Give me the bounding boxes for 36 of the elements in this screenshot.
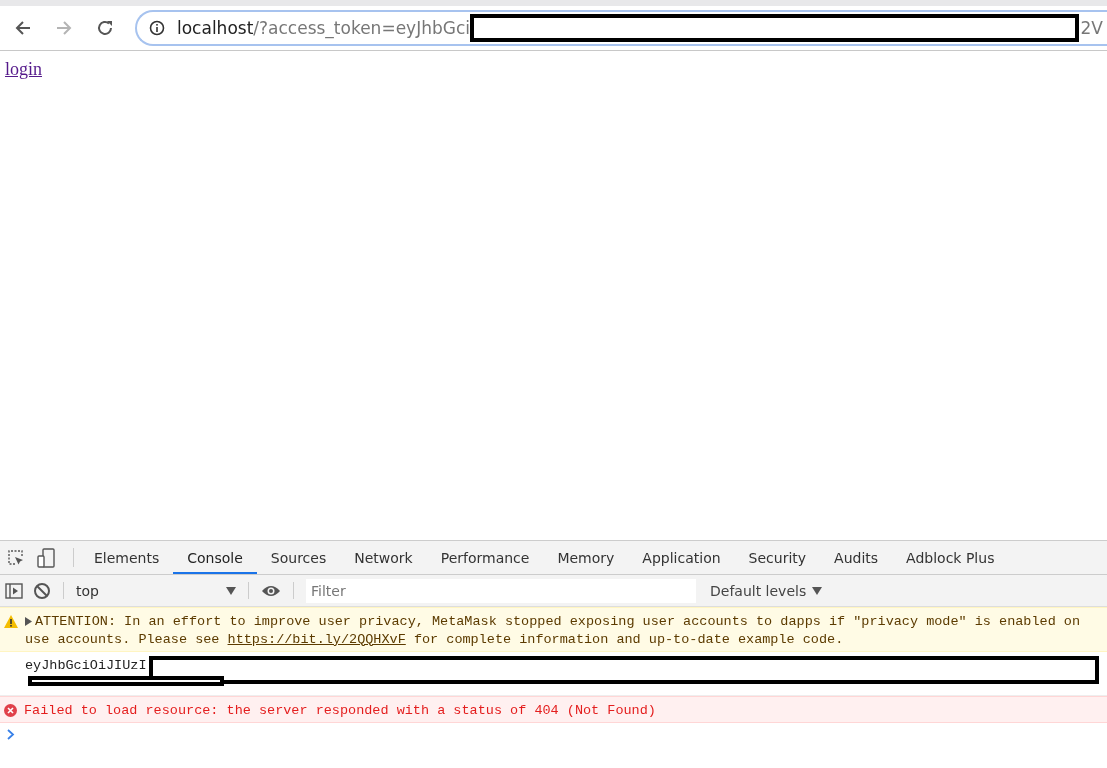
url-host: localhost xyxy=(177,18,254,38)
url-tail: 2V xyxy=(1080,18,1103,38)
warning-text: ATTENTION: In an effort to improve user privacy, MetaMask stopped exposing user accounts to dapps if "privacy mode" is enabled on xyxy=(35,613,1081,629)
dropdown-caret-icon xyxy=(812,586,823,595)
warning-text: use accounts. Please see https://bit.ly/2QQHXvF for complete information and up-to-date example code. xyxy=(25,631,844,647)
devtools-tab[interactable]: Elements xyxy=(80,543,174,574)
devtools-tab[interactable]: Memory xyxy=(543,543,629,574)
url-path: /?access_token=eyJhbGci xyxy=(253,18,470,38)
devtools-tab[interactable]: Performance xyxy=(426,543,544,574)
error-text: Failed to load resource: the server responded with a status of 404 (Not Found) xyxy=(24,702,656,718)
expand-icon[interactable] xyxy=(25,616,32,626)
devtools-tab[interactable]: Adblock Plus xyxy=(892,543,1009,574)
info-icon[interactable] xyxy=(149,20,165,36)
context-dropdown[interactable]: top xyxy=(76,582,236,599)
login-link[interactable]: login xyxy=(5,59,42,79)
eye-icon[interactable] xyxy=(261,583,281,598)
devtools-tab[interactable]: Sources xyxy=(256,543,341,574)
warning-icon xyxy=(4,615,18,628)
dropdown-caret-icon xyxy=(226,586,236,595)
reload-icon[interactable] xyxy=(96,19,114,37)
message-link[interactable]: https://bit.ly/2QQHXvF xyxy=(227,631,406,647)
address-bar[interactable]: localhost/?access_token=eyJhbGci 2V xyxy=(135,10,1107,46)
log-text: eyJhbGciOiJIUzI xyxy=(25,657,147,673)
error-icon xyxy=(4,704,17,717)
prompt-icon[interactable] xyxy=(7,729,15,740)
devtools-tab[interactable]: Network xyxy=(340,543,427,574)
device-icon[interactable] xyxy=(37,547,55,568)
clear-icon[interactable] xyxy=(33,581,51,600)
devtools-tab[interactable]: Security xyxy=(734,543,821,574)
back-icon[interactable] xyxy=(14,19,32,37)
levels-dropdown[interactable]: Default levels xyxy=(710,582,823,599)
filter-field[interactable]: Filter xyxy=(306,578,696,603)
inspect-icon[interactable] xyxy=(7,548,25,567)
devtools-tab[interactable]: Audits xyxy=(820,543,893,574)
devtools-tab[interactable]: Application xyxy=(628,543,735,574)
sidebar-toggle-icon[interactable] xyxy=(5,582,23,599)
